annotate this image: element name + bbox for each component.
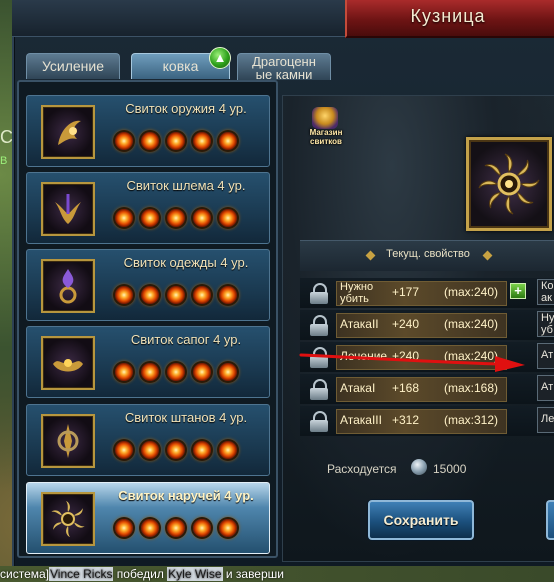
- add-property-button[interactable]: +: [510, 283, 526, 299]
- fire-orb-icon: [167, 132, 185, 150]
- window-title: Кузница: [410, 6, 486, 26]
- fire-orb-icon: [193, 209, 211, 227]
- property-value: +168: [392, 381, 420, 395]
- fire-orb-icon: [193, 519, 211, 537]
- weapon-emblem-icon: [41, 105, 95, 159]
- property-max: (max:312): [444, 413, 499, 427]
- fire-orb-icon: [193, 441, 211, 459]
- scroll-item-name: Свиток сапог 4 ур.: [130, 332, 242, 347]
- fire-orb-icon: [141, 519, 159, 537]
- fire-orb-icon: [141, 441, 159, 459]
- fire-orb-icon: [115, 519, 133, 537]
- scroll-item-name: Свиток оружия 4 ур.: [125, 101, 247, 116]
- chat-player-link[interactable]: Vince Ricks: [49, 567, 114, 581]
- property-name: Нужно убить: [340, 281, 374, 305]
- fire-orb-icon: [219, 209, 237, 227]
- fire-orb-icon: [115, 286, 133, 304]
- fire-orb-icon: [141, 286, 159, 304]
- property-max: (max:240): [444, 285, 499, 299]
- property-name: АтакаI: [340, 381, 376, 395]
- scroll-shop-label: Магазин свитков: [309, 128, 343, 146]
- fire-orb-icon: [193, 363, 211, 381]
- fire-orb-icon: [167, 441, 185, 459]
- treasure-chest-icon: [312, 107, 338, 129]
- properties-header: Текущ. свойство: [386, 248, 470, 260]
- chat-message[interactable]: система]Vince Ricks победил Kyle Wise и …: [0, 567, 284, 581]
- fire-orb-icon: [115, 132, 133, 150]
- red-pointer-arrow: [299, 353, 525, 372]
- property-value: +312: [392, 413, 420, 427]
- new-property-text: Ат: [541, 381, 554, 393]
- fire-orb-icon: [115, 363, 133, 381]
- armor-emblem-icon: [41, 259, 95, 313]
- scroll-item-name: Свиток шлема 4 ур.: [126, 178, 246, 193]
- scroll-item[interactable]: Свиток сапог 4 ур.: [26, 326, 270, 398]
- fire-orb-icon: [115, 441, 133, 459]
- scroll-item-name: Свиток одежды 4 ур.: [123, 255, 249, 270]
- fire-orb-icon: [219, 286, 237, 304]
- fire-orb-icon: [219, 363, 237, 381]
- lock-icon[interactable]: [309, 377, 329, 401]
- chat-player-link[interactable]: Kyle Wise: [167, 567, 223, 581]
- sun-emblem-icon: [478, 153, 540, 215]
- lock-icon[interactable]: [309, 313, 329, 337]
- scroll-item[interactable]: Свиток одежды 4 ур.: [26, 249, 270, 321]
- tab-gems[interactable]: Драгоценн ые камни: [237, 53, 331, 81]
- bracers-emblem-icon: [41, 492, 95, 546]
- fire-orb-icon: [193, 132, 211, 150]
- secondary-button[interactable]: [546, 500, 554, 540]
- scroll-item[interactable]: Свиток наручей 4 ур.: [26, 482, 270, 554]
- scroll-item-name: Свиток наручей 4 ур.: [118, 488, 254, 503]
- property-value: +177: [392, 285, 420, 299]
- property-max: (max:240): [444, 317, 499, 331]
- fire-orb-icon: [193, 286, 211, 304]
- property-value: +240: [392, 317, 420, 331]
- fire-orb-icon: [167, 209, 185, 227]
- fire-orb-icon: [219, 519, 237, 537]
- property-name: АтакаII: [340, 317, 379, 331]
- property-max: (max:168): [444, 381, 499, 395]
- scroll-item[interactable]: Свиток шлема 4 ур.: [26, 172, 270, 244]
- selected-item-slot[interactable]: [466, 137, 552, 231]
- new-property-text: Ко ак: [541, 280, 554, 304]
- fire-orb-icon: [115, 209, 133, 227]
- new-property-text: Ле: [541, 413, 554, 425]
- fire-orb-icon: [167, 519, 185, 537]
- fire-orb-icon: [141, 209, 159, 227]
- tab-enhance[interactable]: Усиление: [26, 53, 120, 79]
- pants-emblem-icon: [41, 414, 95, 468]
- cost-label: Расходуется: [327, 462, 397, 476]
- silver-coin-icon: [411, 459, 427, 475]
- lock-icon[interactable]: [309, 409, 329, 433]
- new-property-text: Ат: [541, 349, 554, 361]
- upgrade-arrow-icon[interactable]: ▲: [209, 47, 231, 69]
- lock-icon[interactable]: [309, 281, 329, 305]
- helmet-emblem-icon: [41, 182, 95, 236]
- scroll-item-name: Свиток штанов 4 ур.: [124, 410, 248, 425]
- scroll-item[interactable]: Свиток оружия 4 ур.: [26, 95, 270, 167]
- fire-orb-icon: [167, 286, 185, 304]
- property-name: АтакаIII: [340, 413, 382, 427]
- fire-orb-icon: [219, 441, 237, 459]
- world-edge-glyph: В: [0, 155, 8, 167]
- cost-value: 15000: [433, 462, 467, 476]
- fire-orb-icon: [219, 132, 237, 150]
- save-button[interactable]: Сохранить: [368, 500, 474, 540]
- fire-orb-icon: [141, 363, 159, 381]
- title-strip: [12, 0, 345, 37]
- new-property-text: Ну уб: [541, 312, 554, 336]
- scroll-shop-button[interactable]: Магазин свитков: [300, 107, 352, 155]
- boots-emblem-icon: [41, 336, 95, 390]
- fire-orb-icon: [167, 363, 185, 381]
- scroll-item[interactable]: Свиток штанов 4 ур.: [26, 404, 270, 476]
- fire-orb-icon: [141, 132, 159, 150]
